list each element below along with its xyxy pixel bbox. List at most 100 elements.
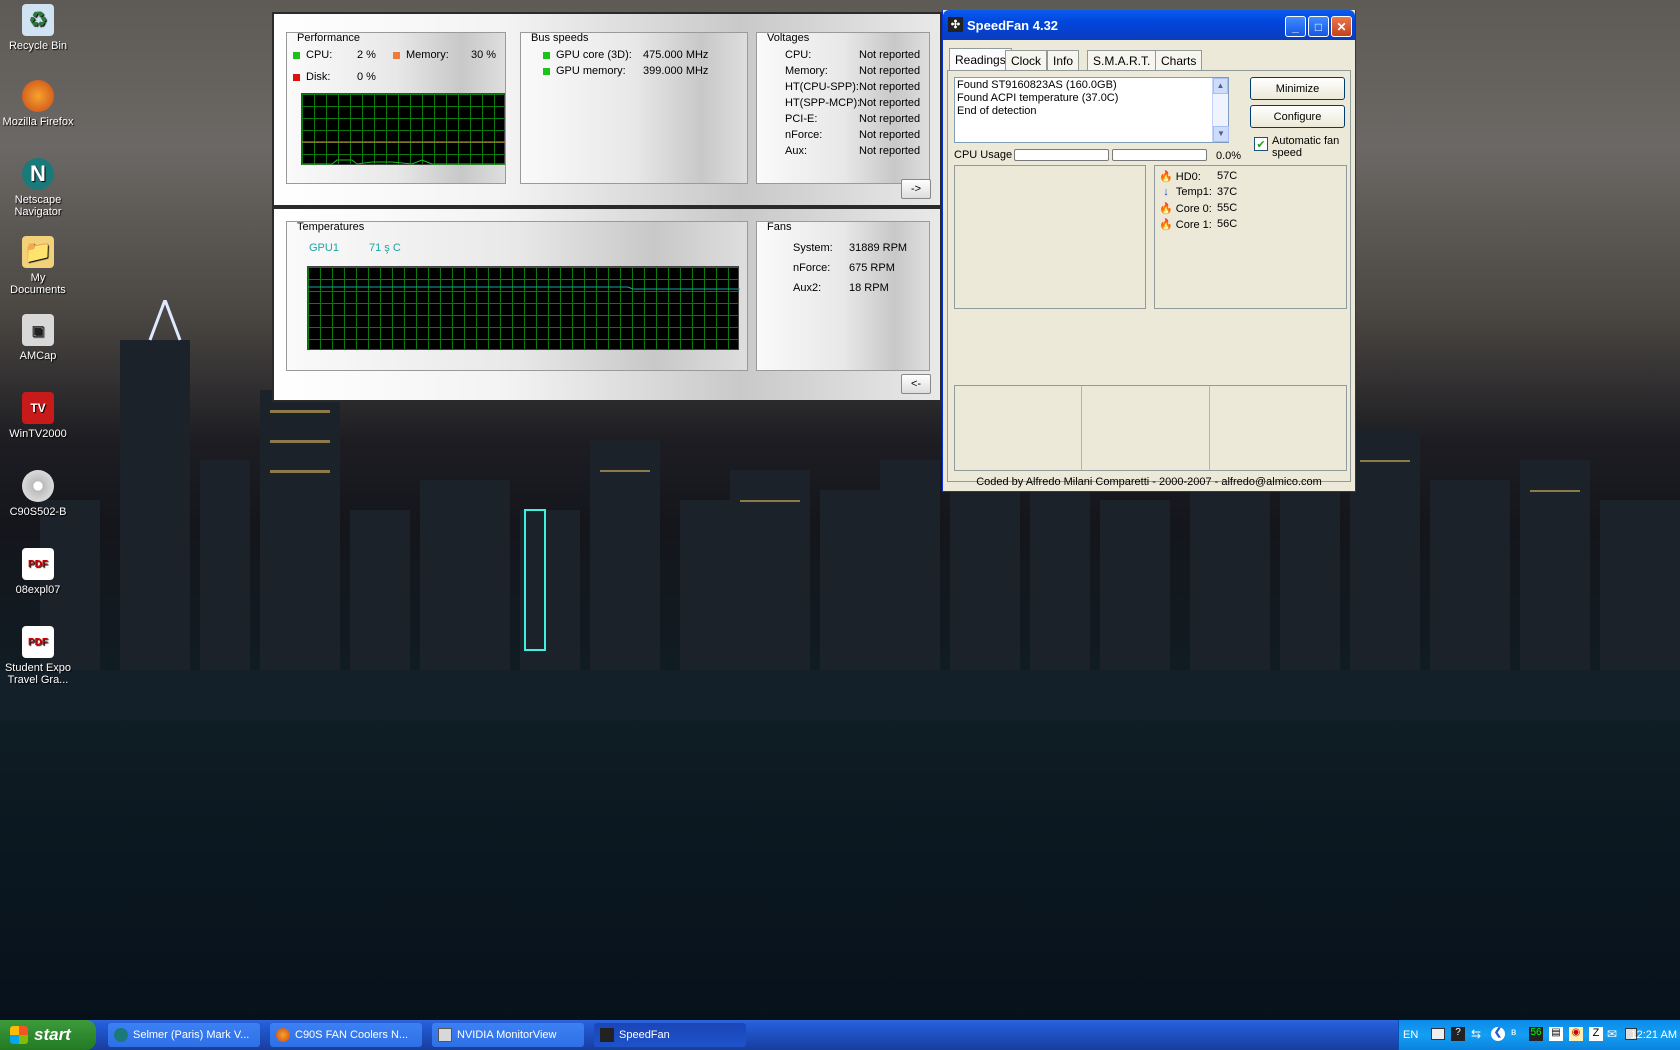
cpu-color-swatch xyxy=(293,51,300,59)
speedfan-footer: Coded by Alfredo Milani Comparetti - 200… xyxy=(976,476,1322,488)
pdf-icon: PDF xyxy=(22,548,54,580)
gpu-temp-label: GPU1 xyxy=(309,242,339,254)
log-scrollbar[interactable]: ▲ ▼ xyxy=(1212,78,1229,142)
desktop-icon-wintv[interactable]: TV WinTV2000 xyxy=(2,392,74,440)
expand-button[interactable]: -> xyxy=(901,179,931,199)
divider xyxy=(1081,386,1082,470)
gpu-memory-row: GPU memory: 399.000 MHz xyxy=(543,65,708,77)
fan-aux2-label: Aux2: xyxy=(793,282,822,294)
desktop-icon-student-expo[interactable]: PDF Student Expo Travel Gra... xyxy=(2,626,74,686)
configure-button[interactable]: Configure xyxy=(1250,105,1345,128)
antivirus-icon[interactable]: ◉ xyxy=(1569,1027,1583,1041)
fan-speed-controls-box xyxy=(954,385,1347,471)
firefox-icon xyxy=(22,80,54,112)
voltages-title: Voltages xyxy=(767,32,810,44)
windows-logo-icon xyxy=(10,1026,28,1044)
cd-icon xyxy=(22,470,54,502)
mail-icon[interactable]: ✉ xyxy=(1607,1027,1621,1041)
temp-row-hd0: 🔥 HD0: 57C xyxy=(1159,170,1238,183)
collapse-button[interactable]: <- xyxy=(901,374,931,394)
monitor-icon xyxy=(438,1028,452,1042)
temp-row-core0: 🔥 Core 0: 55C xyxy=(1159,202,1238,215)
desktop-icon-my-documents[interactable]: 📁 My Documents xyxy=(2,236,74,296)
scroll-up-icon[interactable]: ▲ xyxy=(1213,78,1228,94)
nvidia-monitor-bottom-panel: Temperatures GPU1 71 ş C Fans System: 31… xyxy=(272,207,942,402)
cpu-usage-bar-2 xyxy=(1112,149,1207,161)
amcap-icon: ▣ xyxy=(22,314,54,346)
voltages-group: Voltages CPU: Not reported Memory: Not r… xyxy=(756,32,930,184)
window-minimize-button[interactable]: _ xyxy=(1285,16,1306,37)
performance-group: Performance CPU: 2 % Memory: 30 % Disk: … xyxy=(286,32,506,184)
auto-fan-checkbox[interactable]: ✔ xyxy=(1254,137,1268,151)
desktop-icon-08expl07[interactable]: PDF 08expl07 xyxy=(2,548,74,596)
log-line: Found ST9160823AS (160.0GB) xyxy=(957,79,1117,91)
taskbar: start Selmer (Paris) Mark V... C90S FAN … xyxy=(0,1020,1680,1050)
taskbar-item-selmer[interactable]: Selmer (Paris) Mark V... xyxy=(108,1023,260,1047)
window-maximize-button[interactable]: □ xyxy=(1308,16,1329,37)
speedfan-icon xyxy=(600,1028,614,1042)
readings-panel: Found ST9160823AS (160.0GB) Found ACPI t… xyxy=(947,70,1351,482)
disk-color-swatch xyxy=(293,73,300,81)
temperatures-title: Temperatures xyxy=(297,221,365,233)
gpu-memory-swatch xyxy=(543,67,550,75)
desktop-icon-amcap[interactable]: ▣ AMCap xyxy=(2,314,74,362)
desktop-icon-cd[interactable]: C90S502-B xyxy=(2,470,74,518)
keyboard-icon[interactable] xyxy=(1431,1028,1445,1040)
tab-readings[interactable]: Readings xyxy=(949,48,1012,71)
flame-icon: 🔥 xyxy=(1159,203,1173,215)
tab-clock[interactable]: Clock xyxy=(1005,50,1048,70)
temperature-readings-box: 🔥 HD0: 57C ↓ Temp1: 37C 🔥 Core 0: 55C 🔥 … xyxy=(1154,165,1347,309)
tab-smart[interactable]: S.M.A.R.T. xyxy=(1087,50,1157,70)
desktop-icon-netscape[interactable]: N Netscape Navigator xyxy=(2,158,74,218)
desktop-icon-firefox[interactable]: Mozilla Firefox xyxy=(2,80,74,128)
netscape-icon xyxy=(114,1028,128,1042)
flame-icon: 🔥 xyxy=(1159,171,1173,183)
memory-reading: Memory: 30 % xyxy=(393,49,496,61)
gpu-core-swatch xyxy=(543,51,550,59)
temp-row-core1: 🔥 Core 1: 56C xyxy=(1159,218,1238,231)
log-line: End of detection xyxy=(957,105,1037,117)
temp-row-temp1: ↓ Temp1: 37C xyxy=(1159,186,1237,198)
clock[interactable]: 12:21 AM xyxy=(1623,1029,1677,1041)
my-documents-icon: 📁 xyxy=(22,236,54,268)
fan-readings-box xyxy=(954,165,1146,309)
scroll-down-icon[interactable]: ▼ xyxy=(1213,126,1229,142)
fan-aux2-value: 18 RPM xyxy=(849,282,889,294)
help-icon[interactable]: ? xyxy=(1451,1027,1465,1041)
start-button[interactable]: start xyxy=(0,1020,96,1050)
fan-system-label: System: xyxy=(793,242,833,254)
bus-speeds-title: Bus speeds xyxy=(531,32,589,44)
speedfan-tray-icon[interactable]: 56 xyxy=(1529,1027,1543,1041)
down-arrow-icon: ↓ xyxy=(1163,186,1169,198)
auto-fan-label: Automatic fan speed xyxy=(1272,135,1340,159)
fans-title: Fans xyxy=(767,221,792,233)
desktop-icon-recycle-bin[interactable]: ♻ Recycle Bin xyxy=(2,4,74,52)
language-indicator[interactable]: EN xyxy=(1403,1029,1418,1041)
window-close-button[interactable]: ✕ xyxy=(1331,16,1352,37)
minimize-button[interactable]: Minimize xyxy=(1250,77,1345,100)
flame-icon: 🔥 xyxy=(1159,219,1173,231)
tab-info[interactable]: Info xyxy=(1047,50,1080,70)
performance-graph-lines xyxy=(302,141,506,165)
cpu-usage-bar-1 xyxy=(1014,149,1109,161)
taskbar-item-c90s[interactable]: C90S FAN Coolers N... xyxy=(270,1023,422,1047)
taskbar-item-speedfan[interactable]: SpeedFan xyxy=(594,1023,746,1047)
taskbar-item-nvidia[interactable]: NVIDIA MonitorView xyxy=(432,1023,584,1047)
temperature-graph xyxy=(307,266,740,350)
cpu-usage-value: 0.0% xyxy=(1216,150,1242,162)
nvidia-monitor-top-panel: Performance CPU: 2 % Memory: 30 % Disk: … xyxy=(272,12,942,207)
back-arrow-icon[interactable]: ❮ xyxy=(1491,1027,1505,1041)
zonealarm-icon[interactable]: Z xyxy=(1589,1027,1603,1041)
bus-speeds-group: Bus speeds GPU core (3D): 475.000 MHz GP… xyxy=(520,32,748,184)
fans-group: Fans System: 31889 RPM nForce: 675 RPM A… xyxy=(756,221,930,371)
fan-nforce-label: nForce: xyxy=(793,262,831,274)
gpu-temp-value: 71 ş C xyxy=(369,242,401,254)
fan-nforce-value: 675 RPM xyxy=(849,262,895,274)
divider xyxy=(1209,386,1210,470)
detection-log[interactable]: Found ST9160823AS (160.0GB) Found ACPI t… xyxy=(954,77,1229,143)
printer-icon[interactable]: ▤ xyxy=(1549,1027,1563,1041)
bluetooth-icon[interactable]: ʙ xyxy=(1511,1027,1525,1041)
speedfan-titlebar[interactable]: ✣ SpeedFan 4.32 _ □ ✕ xyxy=(943,10,1355,40)
tab-charts[interactable]: Charts xyxy=(1155,50,1203,70)
network-icon[interactable]: ⇆ xyxy=(1471,1027,1485,1041)
